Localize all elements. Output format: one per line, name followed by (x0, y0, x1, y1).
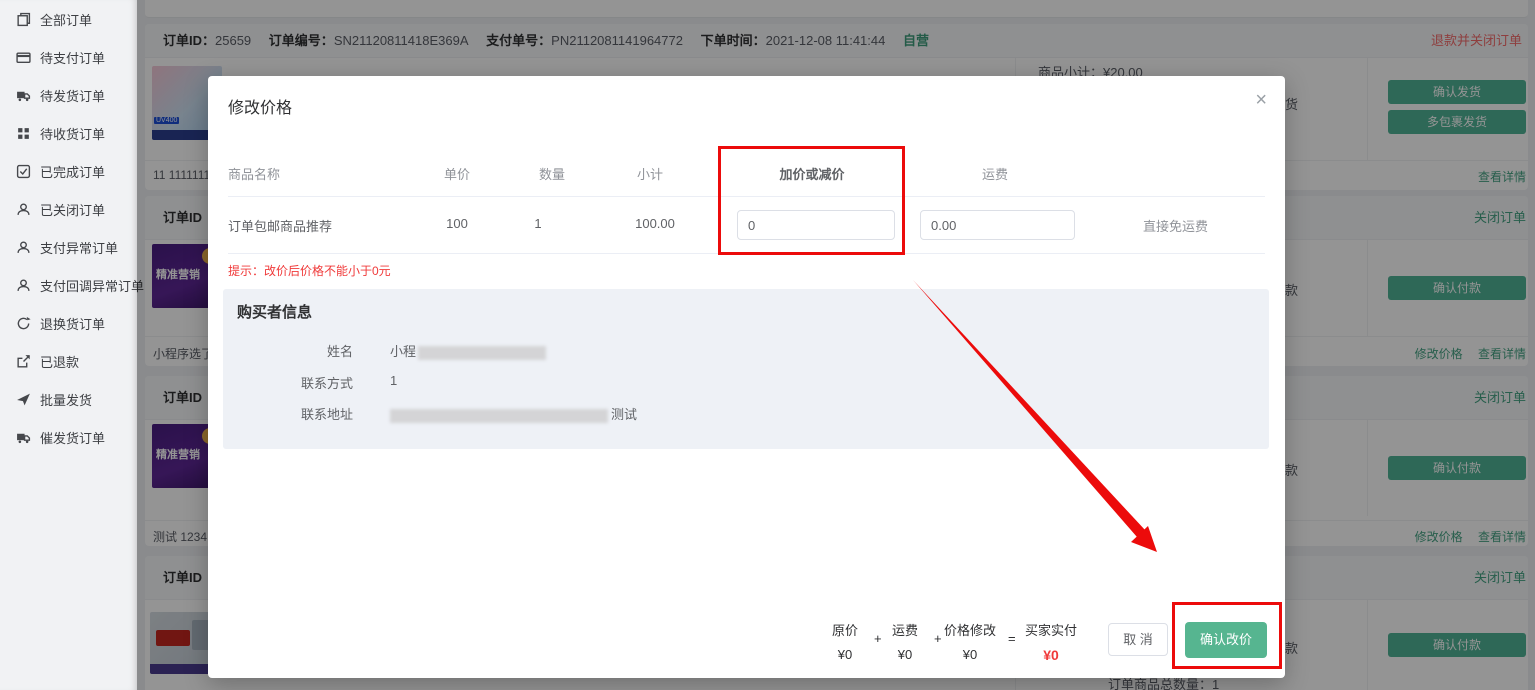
name-value: 小程 (390, 341, 546, 360)
sidebar-item-pending-receipt[interactable]: 待收货订单 (0, 114, 137, 152)
sidebar-item-callback-abnormal[interactable]: 支付回调异常订单 (0, 266, 137, 304)
col-header-adjust: 加价或减价 (779, 164, 844, 183)
phone-value: 1 (390, 373, 397, 388)
freight-price: 运费 ¥0 (870, 620, 940, 662)
agent-alert-icon (16, 278, 31, 293)
col-header-subtotal: 小计 (637, 164, 663, 183)
cell-qty: 1 (534, 216, 541, 231)
sidebar-item-return-exchange[interactable]: 退换货订单 (0, 304, 137, 342)
refresh-icon (16, 316, 31, 331)
sidebar: 全部订单 待支付订单 待发货订单 待收货订单 已完成订单 已关闭订单 支付异常订… (0, 0, 137, 690)
price-warning-text: 提示：改价后价格不能小于0元 (228, 262, 391, 279)
col-header-product-name: 商品名称 (228, 164, 280, 183)
cell-product-name: 订单包邮商品推荐 (228, 216, 332, 235)
credit-card-icon (16, 50, 31, 65)
sidebar-item-pending-shipment[interactable]: 待发货订单 (0, 76, 137, 114)
sidebar-item-label: 批量发货 (40, 390, 92, 409)
buyer-pay-value: ¥0 (1043, 647, 1059, 663)
phone-label: 联系方式 (237, 373, 353, 392)
sidebar-item-label: 已退款 (40, 352, 79, 371)
col-header-qty: 数量 (539, 164, 565, 183)
sidebar-item-batch-shipment[interactable]: 批量发货 (0, 380, 137, 418)
buyer-info-title: 购买者信息 (237, 301, 312, 322)
sidebar-item-label: 待发货订单 (40, 86, 105, 105)
paper-plane-icon (16, 392, 31, 407)
freight-price-value: ¥0 (898, 647, 912, 662)
sidebar-item-payment-abnormal[interactable]: 支付异常订单 (0, 228, 137, 266)
price-modify-value: ¥0 (963, 647, 977, 662)
agent-alert-icon (16, 240, 31, 255)
address-value: 测试 (390, 404, 637, 423)
address-label: 联系地址 (237, 404, 353, 423)
page: 全部订单 待支付订单 待发货订单 待收货订单 已完成订单 已关闭订单 支付异常订… (0, 0, 1535, 690)
freight-input[interactable] (920, 210, 1075, 240)
truck-icon (16, 88, 31, 103)
col-header-unit-price: 单价 (444, 164, 470, 183)
sidebar-item-label: 退换货订单 (40, 314, 105, 333)
price-modify: 价格修改 ¥0 (935, 620, 1005, 662)
sidebar-item-label: 支付异常订单 (40, 238, 118, 257)
cell-unit-price: 100 (446, 216, 468, 231)
sidebar-item-all-orders[interactable]: 全部订单 (0, 0, 137, 38)
sidebar-item-label: 支付回调异常订单 (40, 276, 144, 295)
buyer-info-panel: 购买者信息 姓名 小程 联系方式 1 联系地址 测试 (223, 289, 1269, 449)
redacted-address (390, 409, 608, 423)
sidebar-item-pending-payment[interactable]: 待支付订单 (0, 38, 137, 76)
sidebar-item-completed[interactable]: 已完成订单 (0, 152, 137, 190)
modify-price-dialog: 修改价格 × 商品名称 单价 数量 小计 加价或减价 运费 订单包邮商品推荐 1… (208, 76, 1285, 678)
sidebar-item-label: 待支付订单 (40, 48, 105, 67)
cell-subtotal: 100.00 (635, 216, 675, 231)
name-label: 姓名 (237, 341, 353, 360)
redacted-name (418, 346, 546, 360)
original-price-value: ¥0 (838, 647, 852, 662)
agent-icon (16, 202, 31, 217)
confirm-modify-price-button[interactable]: 确认改价 (1185, 622, 1267, 658)
sidebar-item-urge-shipment[interactable]: 催发货订单 (0, 418, 137, 456)
sidebar-item-label: 已关闭订单 (40, 200, 105, 219)
sidebar-item-label: 待收货订单 (40, 124, 105, 143)
equals-sign: = (1008, 631, 1016, 646)
adjust-price-input[interactable] (737, 210, 895, 240)
sidebar-item-closed[interactable]: 已关闭订单 (0, 190, 137, 228)
sidebar-item-label: 已完成订单 (40, 162, 105, 181)
copy-icon (16, 12, 31, 27)
sidebar-item-label: 全部订单 (40, 10, 92, 29)
buyer-pay: 买家实付 ¥0 (1016, 620, 1086, 663)
sidebar-item-refunded[interactable]: 已退款 (0, 342, 137, 380)
cancel-button[interactable]: 取 消 (1108, 623, 1168, 656)
sidebar-item-label: 催发货订单 (40, 428, 105, 447)
share-icon (16, 354, 31, 369)
package-icon (16, 126, 31, 141)
truck-icon (16, 430, 31, 445)
close-icon[interactable]: × (1255, 90, 1267, 110)
free-freight-link[interactable]: 直接免运费 (1143, 216, 1208, 235)
dialog-title: 修改价格 (228, 94, 292, 118)
check-square-icon (16, 164, 31, 179)
col-header-freight: 运费 (982, 164, 1008, 183)
